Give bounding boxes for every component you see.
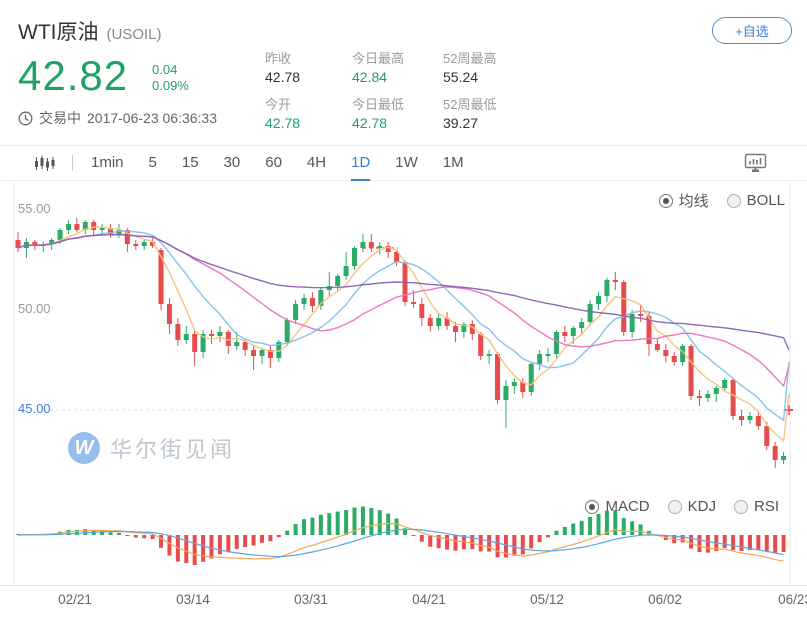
interval-tab-1min[interactable]: 1min xyxy=(91,146,124,181)
fullscreen-chart-icon[interactable] xyxy=(744,153,767,178)
x-axis-label: 03/14 xyxy=(176,592,210,607)
stat-value: 42.78 xyxy=(352,114,404,133)
toolbar-divider xyxy=(72,155,73,171)
stat-label: 52周最高 xyxy=(443,50,496,68)
x-axis-label: 06/23 xyxy=(778,592,807,607)
ticker-symbol: (USOIL) xyxy=(106,26,161,43)
overlay-radio-均线[interactable]: 均线 xyxy=(659,190,709,211)
interval-toolbar: 1min 5 15 30 60 4H 1D 1W 1M xyxy=(0,145,807,181)
candlestick-chart-icon[interactable] xyxy=(34,155,56,172)
trading-status: 交易中 xyxy=(39,108,81,128)
watermark: W 华尔街见闻 xyxy=(68,432,235,464)
x-axis-labels: 02/21 03/14 03/31 04/21 05/12 06/02 06/23 xyxy=(0,592,807,616)
y-axis-label-45: 45.00 xyxy=(18,401,51,416)
price-change: 0.04 xyxy=(152,62,189,78)
stat-value: 42.84 xyxy=(352,68,404,87)
radio-icon xyxy=(585,500,599,514)
radio-icon xyxy=(734,500,748,514)
y-axis-label-55: 55.00 xyxy=(18,201,51,216)
stat-value: 42.78 xyxy=(265,114,300,133)
watermark-text: 华尔街见闻 xyxy=(110,432,235,464)
interval-tab-15[interactable]: 15 xyxy=(182,146,199,181)
indicator-radio-rsi[interactable]: RSI xyxy=(734,498,779,515)
interval-tab-1w[interactable]: 1W xyxy=(395,146,418,181)
stock-detail-page: WTI原油 (USOIL) 42.82 0.04 0.09% 交易中 2017-… xyxy=(0,0,807,627)
indicator-radio-macd[interactable]: MACD xyxy=(585,498,649,515)
interval-tab-30[interactable]: 30 xyxy=(224,146,241,181)
x-axis-label: 02/21 xyxy=(58,592,92,607)
interval-tab-5[interactable]: 5 xyxy=(149,146,157,181)
radio-label: 均线 xyxy=(679,190,709,211)
radio-label: MACD xyxy=(605,498,649,515)
interval-tab-4h[interactable]: 4H xyxy=(307,146,326,181)
price-change-box: 0.04 0.09% xyxy=(152,62,189,94)
clock-icon xyxy=(18,111,33,126)
quote-timestamp: 2017-06-23 06:36:33 xyxy=(87,110,217,126)
quote-header: WTI原油 (USOIL) 42.82 0.04 0.09% 交易中 2017-… xyxy=(0,0,807,145)
x-axis-label: 03/31 xyxy=(294,592,328,607)
x-axis-label: 04/21 xyxy=(412,592,446,607)
price-chart[interactable]: 55.00 50.00 45.00 均线 BOLL MACD KDJ RSI W 华尔… xyxy=(0,182,807,586)
interval-tab-60[interactable]: 60 xyxy=(265,146,282,181)
x-axis-label: 05/12 xyxy=(530,592,564,607)
stat-value: 39.27 xyxy=(443,114,496,133)
stat-item: 52周最低39.27 xyxy=(443,96,496,133)
page-title: WTI原油 xyxy=(18,16,98,46)
radio-icon xyxy=(727,194,741,208)
x-axis-label: 06/02 xyxy=(648,592,682,607)
stat-item: 今日最低42.78 xyxy=(352,96,404,133)
indicator-radio-kdj[interactable]: KDJ xyxy=(668,498,716,515)
y-axis-label-50: 50.00 xyxy=(18,301,51,316)
overlay-radio-boll[interactable]: BOLL xyxy=(727,192,785,209)
radio-label: RSI xyxy=(754,498,779,515)
price-change-percent: 0.09% xyxy=(152,78,189,94)
candlestick-canvas[interactable] xyxy=(0,182,807,586)
stat-label: 52周最低 xyxy=(443,96,496,114)
title-row: WTI原油 (USOIL) xyxy=(18,16,162,46)
radio-icon xyxy=(659,194,673,208)
wallstreetcn-logo-icon: W xyxy=(68,432,100,464)
stat-label: 今日最低 xyxy=(352,96,404,114)
stat-item: 昨收42.78 xyxy=(265,50,300,87)
interval-tab-1m[interactable]: 1M xyxy=(443,146,464,181)
stat-item: 今开42.78 xyxy=(265,96,300,133)
stat-item: 52周最高55.24 xyxy=(443,50,496,87)
stat-label: 昨收 xyxy=(265,50,300,68)
radio-icon xyxy=(668,500,682,514)
trading-status-row: 交易中 2017-06-23 06:36:33 xyxy=(18,108,217,128)
stat-value: 55.24 xyxy=(443,68,496,87)
radio-label: BOLL xyxy=(747,192,785,209)
interval-tabs: 1min 5 15 30 60 4H 1D 1W 1M xyxy=(91,146,489,181)
overlay-selector: 均线 BOLL xyxy=(659,190,785,211)
last-price: 42.82 xyxy=(18,52,128,100)
indicator-selector: MACD KDJ RSI xyxy=(585,498,779,515)
stat-label: 今日最高 xyxy=(352,50,404,68)
stat-label: 今开 xyxy=(265,96,300,114)
stat-value: 42.78 xyxy=(265,68,300,87)
interval-tab-1d[interactable]: 1D xyxy=(351,146,370,181)
radio-label: KDJ xyxy=(688,498,716,515)
stat-item: 今日最高42.84 xyxy=(352,50,404,87)
add-watchlist-button[interactable]: +自选 xyxy=(712,17,792,44)
